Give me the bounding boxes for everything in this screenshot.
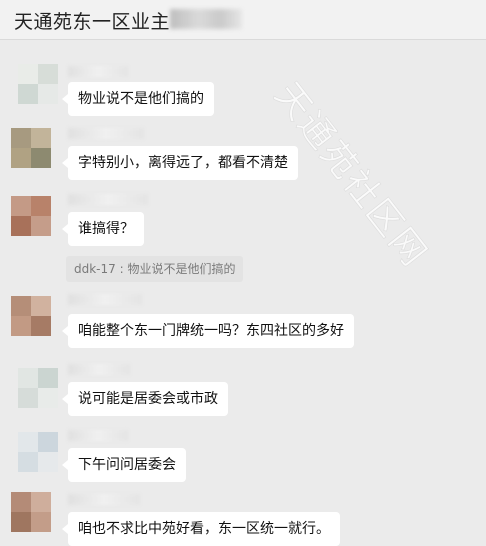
message-bubble[interactable]: 谁搞得？	[62, 212, 144, 246]
chat-title: 天通苑东一区业主	[14, 11, 171, 33]
quoted-message[interactable]: ddk-17 : 物业说不是他们搞的	[66, 256, 244, 282]
avatar[interactable]	[18, 64, 58, 104]
message-bubble[interactable]: 说可能是居委会或市政	[62, 382, 228, 416]
avatar[interactable]	[18, 432, 58, 472]
nickname	[68, 128, 144, 139]
message-bubble[interactable]: 咱也不求比中苑好看，东一区统一就行。	[62, 512, 340, 546]
message-bubble[interactable]: 字特别小，离得远了，都看不清楚	[62, 146, 298, 180]
chat-header: 天通苑东一区业主	[0, 0, 486, 40]
avatar[interactable]	[11, 296, 51, 336]
nickname	[68, 364, 130, 375]
nickname	[68, 294, 142, 305]
message-bubble[interactable]: 物业说不是他们搞的	[62, 82, 214, 116]
blurred-member-count	[170, 9, 242, 29]
avatar[interactable]	[11, 196, 51, 236]
nickname	[68, 494, 140, 505]
message-bubble[interactable]: 下午问问居委会	[62, 448, 186, 482]
avatar[interactable]	[11, 128, 51, 168]
nickname	[68, 194, 148, 205]
nickname	[68, 66, 128, 77]
nickname	[68, 430, 128, 441]
message-bubble[interactable]: 咱能整个东一门牌统一吗？东四社区的多好	[62, 314, 354, 348]
avatar[interactable]	[18, 368, 58, 408]
avatar[interactable]	[11, 492, 51, 532]
